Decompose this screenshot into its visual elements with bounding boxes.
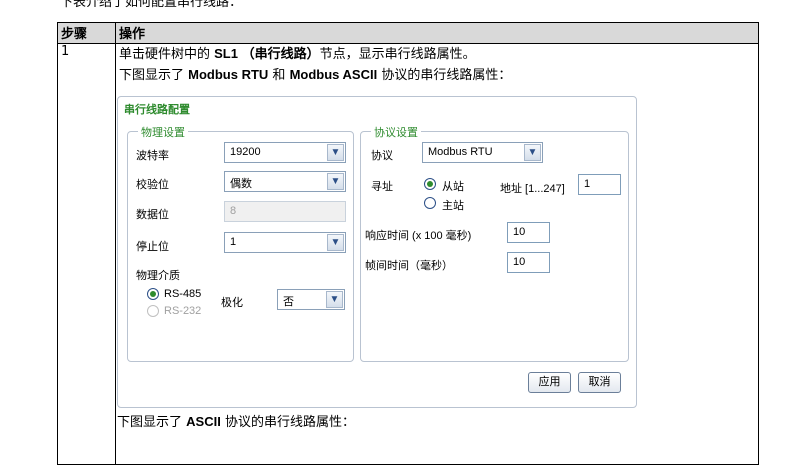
chevron-down-icon: ▼ [327,173,344,190]
data-bits-label: 数据位 [136,209,169,221]
polarization-label: 极化 [221,297,243,309]
master-label: 主站 [442,200,464,212]
step-number: 1 [57,43,116,465]
physical-medium-label: 物理介质 [136,270,180,282]
physical-settings-group: 物理设置 波特率 19200 ▼ 校验位 偶数 ▼ 数据位 8 停止位 1 ▼ 物理介… [127,124,354,362]
response-time-field[interactable]: 10 [507,222,550,243]
address-field[interactable]: 1 [578,174,621,195]
cut-off-intro-text: 下表介绍了如何配置串行线路： [60,0,243,10]
slave-radio[interactable] [424,178,436,190]
response-time-label: 响应时间 (x 100 毫秒) [365,230,472,242]
frame-time-label: 帧间时间（毫秒） [365,260,453,272]
master-radio[interactable] [424,197,436,209]
chevron-down-icon: ▼ [327,144,344,161]
chevron-down-icon: ▼ [327,234,344,251]
rs485-label: RS-485 [164,288,202,300]
chevron-down-icon: ▼ [524,144,541,161]
address-label: 地址 [1...247] [500,183,565,195]
slave-label: 从站 [442,181,464,193]
rs485-radio[interactable] [147,288,159,300]
header-step: 步骤 [57,22,116,44]
dialog-title: 串行线路配置 [124,104,190,116]
rs232-label: RS-232 [164,305,202,317]
frame-time-field[interactable]: 10 [507,252,550,273]
addressing-label: 寻址 [371,181,393,193]
protocol-settings-group: 协议设置 协议 Modbus RTU ▼ 寻址 从站 主站 地址 [1...247… [360,124,629,362]
stop-bits-select[interactable]: 1 ▼ [224,232,346,253]
header-action: 操作 [115,22,759,44]
protocol-select[interactable]: Modbus RTU ▼ [422,142,543,163]
stop-bits-label: 停止位 [136,241,169,253]
rs232-radio [147,305,159,317]
polarization-select[interactable]: 否 ▼ [277,289,345,310]
physical-settings-legend: 物理设置 [138,124,188,140]
parity-label: 校验位 [136,179,169,191]
chevron-down-icon: ▼ [326,291,343,308]
baud-rate-label: 波特率 [136,150,169,162]
instruction-line-1: 单击硬件树中的 SL1 （串行线路）节点，显示串行线路属性。 [119,46,476,62]
apply-button[interactable]: 应用 [528,372,571,393]
protocol-label: 协议 [371,150,393,162]
baud-rate-select[interactable]: 19200 ▼ [224,142,346,163]
protocol-settings-legend: 协议设置 [371,124,421,140]
data-bits-field: 8 [224,201,346,222]
instruction-line-2: 下图显示了 Modbus RTU 和 Modbus ASCII 协议的串行线路属… [119,67,512,83]
cancel-button[interactable]: 取消 [578,372,621,393]
serial-line-config-dialog: 串行线路配置 物理设置 波特率 19200 ▼ 校验位 偶数 ▼ 数据位 8 停止位… [117,96,637,408]
parity-select[interactable]: 偶数 ▼ [224,171,346,192]
